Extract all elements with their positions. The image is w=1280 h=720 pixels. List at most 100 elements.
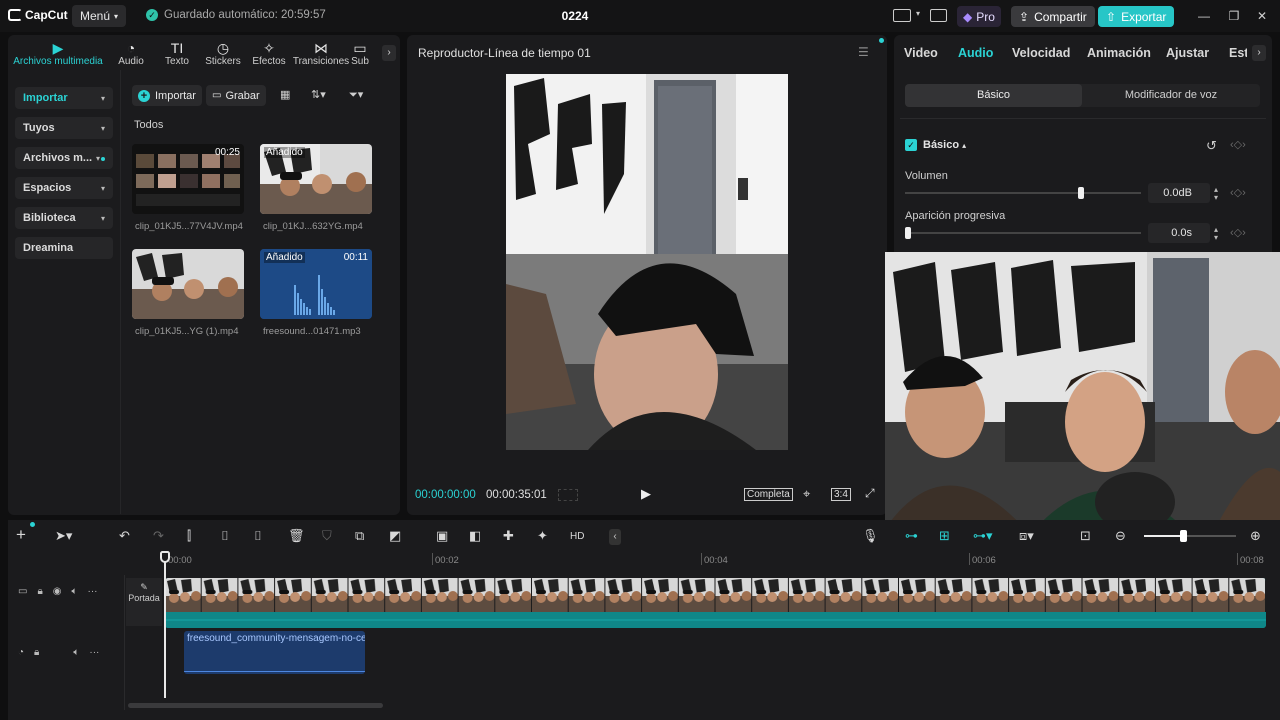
sidebar-item-media-files[interactable]: Archivos m... ▾	[15, 147, 113, 169]
import-button[interactable]: + Importar	[132, 85, 202, 106]
lock-icon[interactable]: 🔒︎	[34, 647, 39, 658]
screenshot-icon[interactable]: ⌖	[803, 486, 810, 502]
cover-button[interactable]: ✎ Portada	[126, 578, 162, 626]
microphone-icon[interactable]: 🎙	[862, 528, 879, 544]
delete-right-icon[interactable]: ⌷	[254, 528, 262, 544]
redo-icon[interactable]: ↷	[153, 528, 164, 544]
aspect-ratio-button[interactable]: 3:4	[831, 488, 851, 501]
reset-icon[interactable]: ↺	[1206, 138, 1217, 154]
link-icon[interactable]: ⊶	[905, 528, 918, 544]
eye-icon[interactable]: ◉	[53, 586, 62, 597]
zoom-fit-icon[interactable]: ⊡	[1080, 528, 1091, 544]
tab-animation[interactable]: Animación	[1087, 46, 1151, 60]
fade-in-stepper[interactable]: ▴ ▾	[1214, 226, 1218, 242]
magnet-icon[interactable]: ⊞	[939, 528, 950, 544]
zoom-out-icon[interactable]: ⊖	[1115, 528, 1126, 544]
speaker-icon[interactable]: 🔈︎	[73, 647, 79, 658]
snap-icon[interactable]: ⊶▾	[973, 528, 993, 544]
sidebar-item-dreamina[interactable]: Dreamina	[15, 237, 113, 259]
add-track-icon[interactable]: +	[16, 525, 26, 545]
export-button[interactable]: ⇧ Exportar	[1098, 6, 1175, 27]
volume-stepper[interactable]: ▴ ▾	[1214, 186, 1218, 202]
undo-icon[interactable]: ↶	[119, 528, 130, 544]
project-title[interactable]: 0224	[540, 9, 610, 23]
filter-icon[interactable]: ⏷▾	[349, 88, 363, 102]
sidebar-item-import[interactable]: Importar ▾	[15, 87, 113, 109]
trash-icon[interactable]: 🗑	[288, 528, 305, 544]
tabs-next-arrow[interactable]: ›	[382, 45, 396, 61]
fade-in-slider-handle[interactable]	[905, 227, 911, 239]
more-icon[interactable]: ···	[89, 647, 99, 658]
tab-transitions[interactable]: ⋈ Transiciones	[292, 35, 350, 69]
share-button[interactable]: ⇪ Compartir	[1011, 6, 1095, 27]
tab-more[interactable]: Est	[1229, 46, 1247, 60]
tab-video[interactable]: Video	[904, 46, 938, 60]
tab-audio-inspector[interactable]: Audio	[958, 46, 993, 60]
record-button[interactable]: ▭ Grabar	[206, 85, 266, 106]
video-preview[interactable]	[506, 74, 788, 450]
auto-reframe-icon[interactable]: ◩	[389, 528, 401, 544]
tab-effects[interactable]: ✧ Efectos	[246, 35, 292, 69]
tab-subtitles[interactable]: ▭ Sub	[350, 35, 370, 69]
media-thumb[interactable]	[132, 249, 244, 319]
shortcuts-icon[interactable]	[930, 9, 947, 22]
magic-icon[interactable]: ✦	[537, 528, 548, 544]
playhead[interactable]	[164, 552, 166, 698]
zoom-slider-handle[interactable]	[1180, 530, 1187, 542]
preview-axis-icon[interactable]: ⧈▾	[1019, 528, 1034, 544]
keyframe-icon[interactable]: ‹◇›	[1230, 226, 1246, 239]
maximize-icon[interactable]: ❐	[1227, 9, 1241, 23]
collapse-arrow[interactable]: ‹	[609, 529, 621, 545]
split-icon[interactable]: ⫿	[187, 528, 191, 544]
playhead-handle[interactable]	[160, 551, 170, 563]
minimize-icon[interactable]: —	[1197, 9, 1211, 23]
inspector-next-arrow[interactable]: ›	[1252, 45, 1266, 61]
section-basic[interactable]: Básico ▴	[923, 139, 966, 151]
sidebar-item-library[interactable]: Biblioteca ▾	[15, 207, 113, 229]
crop-icon[interactable]: ⧉	[355, 528, 364, 544]
tab-stickers[interactable]: ◷ Stickers	[200, 35, 246, 69]
select-tool-icon[interactable]: ➤▾	[55, 528, 72, 544]
volume-slider[interactable]	[905, 192, 1141, 194]
zoom-in-icon[interactable]: ⊕	[1250, 528, 1261, 544]
lock-icon[interactable]: 🔒︎	[37, 586, 42, 597]
fade-in-slider[interactable]	[905, 232, 1141, 234]
fade-in-input[interactable]: 0.0s	[1148, 223, 1210, 243]
hamburger-icon[interactable]: ☰	[858, 45, 869, 59]
tab-text[interactable]: TI Texto	[154, 35, 200, 69]
full-quality-button[interactable]: Completa	[744, 488, 793, 501]
tab-adjust[interactable]: Ajustar	[1166, 46, 1209, 60]
sidebar-item-yours[interactable]: Tuyos ▾	[15, 117, 113, 139]
checkbox-basic[interactable]: ✓	[905, 139, 917, 151]
timeline-scrollbar[interactable]	[128, 703, 383, 708]
mirror-icon[interactable]: ◧	[469, 528, 481, 544]
segment-voice-changer[interactable]: Modificador de voz	[1082, 84, 1260, 107]
menu-button[interactable]: Menú ▾	[72, 5, 127, 27]
sort-icon[interactable]: ⇅▾	[311, 88, 326, 101]
mask-icon[interactable]: ▣	[436, 528, 448, 544]
media-thumb[interactable]: 00:25	[132, 144, 244, 214]
keyframe-icon[interactable]: ‹◇›	[1230, 186, 1246, 199]
hd-icon[interactable]: HD	[570, 531, 584, 542]
media-thumb[interactable]: Añadido	[260, 144, 372, 214]
layout-icon[interactable]	[893, 9, 911, 22]
media-thumb[interactable]: Añadido 00:11	[260, 249, 372, 319]
tab-audio[interactable]: ◔ Audio	[108, 35, 154, 69]
speaker-icon[interactable]: 🔈︎	[72, 586, 78, 597]
sidebar-item-spaces[interactable]: Espacios ▾	[15, 177, 113, 199]
segment-basic[interactable]: Básico	[905, 84, 1082, 107]
tab-media[interactable]: ▶ Archivos multimedia	[8, 35, 108, 69]
pro-button[interactable]: ◆ Pro	[957, 6, 1001, 27]
delete-left-icon[interactable]: ⌷	[221, 528, 229, 544]
chevron-down-icon[interactable]: ▾	[916, 9, 920, 18]
audio-clip[interactable]: freesound_community-mensagem-no-ce	[184, 631, 365, 674]
tab-speed[interactable]: Velocidad	[1012, 46, 1070, 60]
video-clip[interactable]	[165, 578, 1266, 628]
retouch-icon[interactable]: ✚	[503, 528, 514, 544]
keyframe-nav-icon[interactable]: ‹◇›	[1230, 138, 1246, 151]
grid-view-icon[interactable]: ▦	[280, 88, 290, 101]
close-icon[interactable]: ✕	[1255, 9, 1269, 23]
shield-icon[interactable]: ⛉	[322, 528, 332, 544]
volume-input[interactable]: 0.0dB	[1148, 183, 1210, 203]
play-button[interactable]: ▶	[641, 486, 651, 502]
